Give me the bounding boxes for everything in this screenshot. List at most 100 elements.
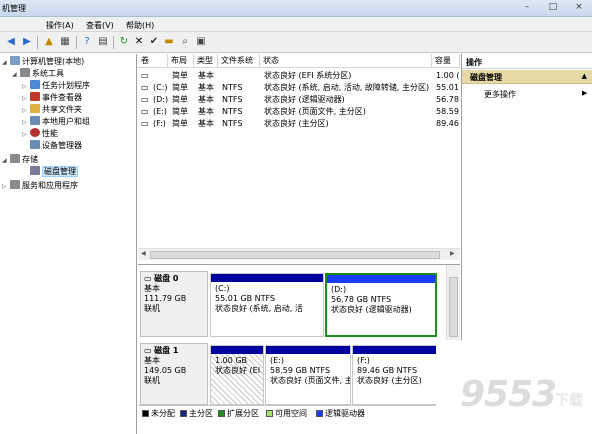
scroll-left-icon[interactable]: ◀ (141, 250, 146, 257)
legend-item: 未分配 (142, 408, 175, 419)
users-icon (30, 116, 40, 125)
column-header-capacity[interactable]: 容量 (432, 54, 460, 68)
actions-header: 操作 (462, 54, 592, 69)
computer-icon (10, 56, 20, 65)
cell-layout: 简单 (172, 119, 188, 128)
partition-size: 58.59 GB NTFS (270, 366, 331, 375)
storage-icon (10, 154, 20, 163)
disk-name: 磁盘 0 (154, 274, 179, 283)
forward-icon[interactable]: ▶ (20, 35, 34, 49)
cell-capacity: 55.01 (436, 83, 459, 92)
disk-size: 111.79 GB (144, 294, 187, 303)
up-folder-icon[interactable]: ▲ (42, 35, 56, 49)
tree-item-performance[interactable]: ▷ 性能 (22, 128, 58, 140)
tree-item-disk-management[interactable]: 磁盘管理 (22, 166, 78, 178)
disk-small-icon: ▭ (141, 107, 149, 116)
tree-item-services[interactable]: ▷ 服务和应用程序 (2, 180, 78, 192)
cell-capacity: 1.00 ( (436, 71, 460, 80)
check-icon[interactable]: ✔ (147, 35, 161, 49)
cell-volume: (D:) (153, 95, 169, 104)
minimize-icon[interactable]: – (518, 1, 536, 14)
cell-type: 基本 (198, 95, 214, 104)
partition-c[interactable]: (C:) 55.01 GB NTFS 状态良好 (系统, 启动, 活 (210, 273, 324, 337)
submenu-arrow-icon: ▶ (582, 89, 588, 97)
tree-item-storage[interactable]: ◢ 存储 (2, 154, 38, 166)
disk-small-icon: ▭ (144, 346, 155, 355)
legend-item: 主分区 (180, 408, 213, 419)
tree-item-shared-folders[interactable]: ▷ 共享文件夹 (22, 104, 82, 116)
shared-folder-icon (30, 104, 40, 113)
horizontal-scrollbar[interactable]: ◀ ▶ (138, 248, 460, 260)
cell-type: 基本 (198, 119, 214, 128)
partition-size: 55.01 GB NTFS (215, 294, 276, 303)
disk-small-icon: ▭ (141, 95, 149, 104)
partition-size: 89.46 GB NTFS (357, 366, 418, 375)
tree-item-computer-management[interactable]: ◢ 计算机管理(本地) (2, 56, 84, 68)
disk-type: 基本 (144, 356, 160, 365)
cell-type: 基本 (198, 107, 214, 116)
legend: 未分配 主分区 扩展分区 可用空间 逻辑驱动器 (138, 405, 460, 419)
menu-help[interactable]: 帮助(H) (126, 20, 154, 31)
cell-layout: 简单 (172, 83, 188, 92)
cell-filesystem: NTFS (222, 107, 243, 116)
partition-status: 状态良好 (主分区) (357, 376, 422, 385)
more-actions-item[interactable]: 更多操作 (484, 89, 516, 100)
device-manager-icon (30, 140, 40, 149)
help-icon[interactable]: ? (80, 35, 94, 49)
legend-item: 逻辑驱动器 (316, 408, 365, 419)
partition-efi[interactable]: 1.00 GB 状态良好 (EI (210, 345, 264, 405)
refresh-icon[interactable]: ↻ (117, 35, 131, 49)
collapse-icon[interactable]: ▲ (582, 72, 587, 80)
disk-map: ▭ 磁盘 0 基本 111.79 GB 联机 (C:) 55.01 GB NTF… (138, 264, 460, 405)
legend-item: 扩展分区 (218, 408, 259, 419)
cell-filesystem: NTFS (222, 95, 243, 104)
menu-bar: 操作(A) 查看(V) 帮助(H) (0, 17, 592, 32)
cell-volume: (E:) (153, 107, 167, 116)
column-header-filesystem[interactable]: 文件系统 (218, 54, 260, 68)
menu-action[interactable]: 操作(A) (46, 20, 74, 31)
close-icon[interactable]: × (570, 1, 588, 14)
tree-item-system-tools[interactable]: ◢ 系统工具 (12, 68, 64, 80)
volume-list: 卷 布局 类型 文件系统 状态 容量 ▭ 简单 基本 状态良好 (EFI 系统分… (138, 54, 460, 264)
back-icon[interactable]: ◀ (4, 35, 18, 49)
search-icon[interactable]: ⌕ (178, 35, 192, 49)
toolbar: ◀ ▶ ▲ ▦ ? ▤ ↻ ✕ ✔ ▬ ⌕ ▣ (0, 32, 592, 53)
disk-1-label[interactable]: ▭ 磁盘 1 基本 149.05 GB 联机 (140, 343, 208, 405)
partition-d[interactable]: (D:) 56.78 GB NTFS 状态良好 (逻辑驱动器) (325, 273, 437, 337)
column-header-volume[interactable]: 卷 (138, 54, 168, 68)
menu-view[interactable]: 查看(V) (86, 20, 114, 31)
column-header-layout[interactable]: 布局 (168, 54, 194, 68)
disk-management-icon (30, 166, 40, 175)
maximize-icon[interactable]: □ (544, 1, 562, 14)
tree-item-device-manager[interactable]: 设备管理器 (22, 140, 82, 152)
cell-volume: (F:) (153, 119, 166, 128)
scrollbar-thumb[interactable] (150, 251, 440, 259)
settings-icon[interactable]: ▣ (194, 35, 208, 49)
disk-small-icon: ▭ (141, 119, 149, 128)
cell-filesystem: NTFS (222, 119, 243, 128)
open-folder-icon[interactable]: ▬ (162, 35, 176, 49)
disk-small-icon: ▭ (141, 83, 149, 92)
delete-icon[interactable]: ✕ (132, 35, 146, 49)
tree-item-event-viewer[interactable]: ▷ 事件查看器 (22, 92, 82, 104)
partition-name: (C:) (215, 284, 230, 293)
tree-item-task-scheduler[interactable]: ▷ 任务计划程序 (22, 80, 90, 92)
tree-item-local-users[interactable]: ▷ 本地用户和组 (22, 116, 90, 128)
actions-section-disk-management[interactable]: 磁盘管理 ▲ (462, 70, 592, 84)
cell-status: 状态良好 (页面文件, 主分区) (264, 107, 366, 116)
scrollbar-thumb[interactable] (449, 277, 458, 337)
event-viewer-icon (30, 92, 40, 101)
show-tree-icon[interactable]: ▦ (58, 35, 72, 49)
disk-type: 基本 (144, 284, 160, 293)
scroll-right-icon[interactable]: ▶ (450, 250, 455, 257)
partition-size: 56.78 GB NTFS (331, 295, 392, 304)
disk-status: 联机 (144, 304, 160, 313)
column-header-status[interactable]: 状态 (260, 54, 432, 68)
disk-0-label[interactable]: ▭ 磁盘 0 基本 111.79 GB 联机 (140, 271, 208, 337)
cell-capacity: 56.78 (436, 95, 459, 104)
partition-e[interactable]: (E:) 58.59 GB NTFS 状态良好 (页面文件, 主 (265, 345, 351, 405)
disk-size: 149.05 GB (144, 366, 187, 375)
column-header-type[interactable]: 类型 (194, 54, 218, 68)
properties-icon[interactable]: ▤ (96, 35, 110, 49)
actions-section-label: 磁盘管理 (470, 73, 502, 82)
